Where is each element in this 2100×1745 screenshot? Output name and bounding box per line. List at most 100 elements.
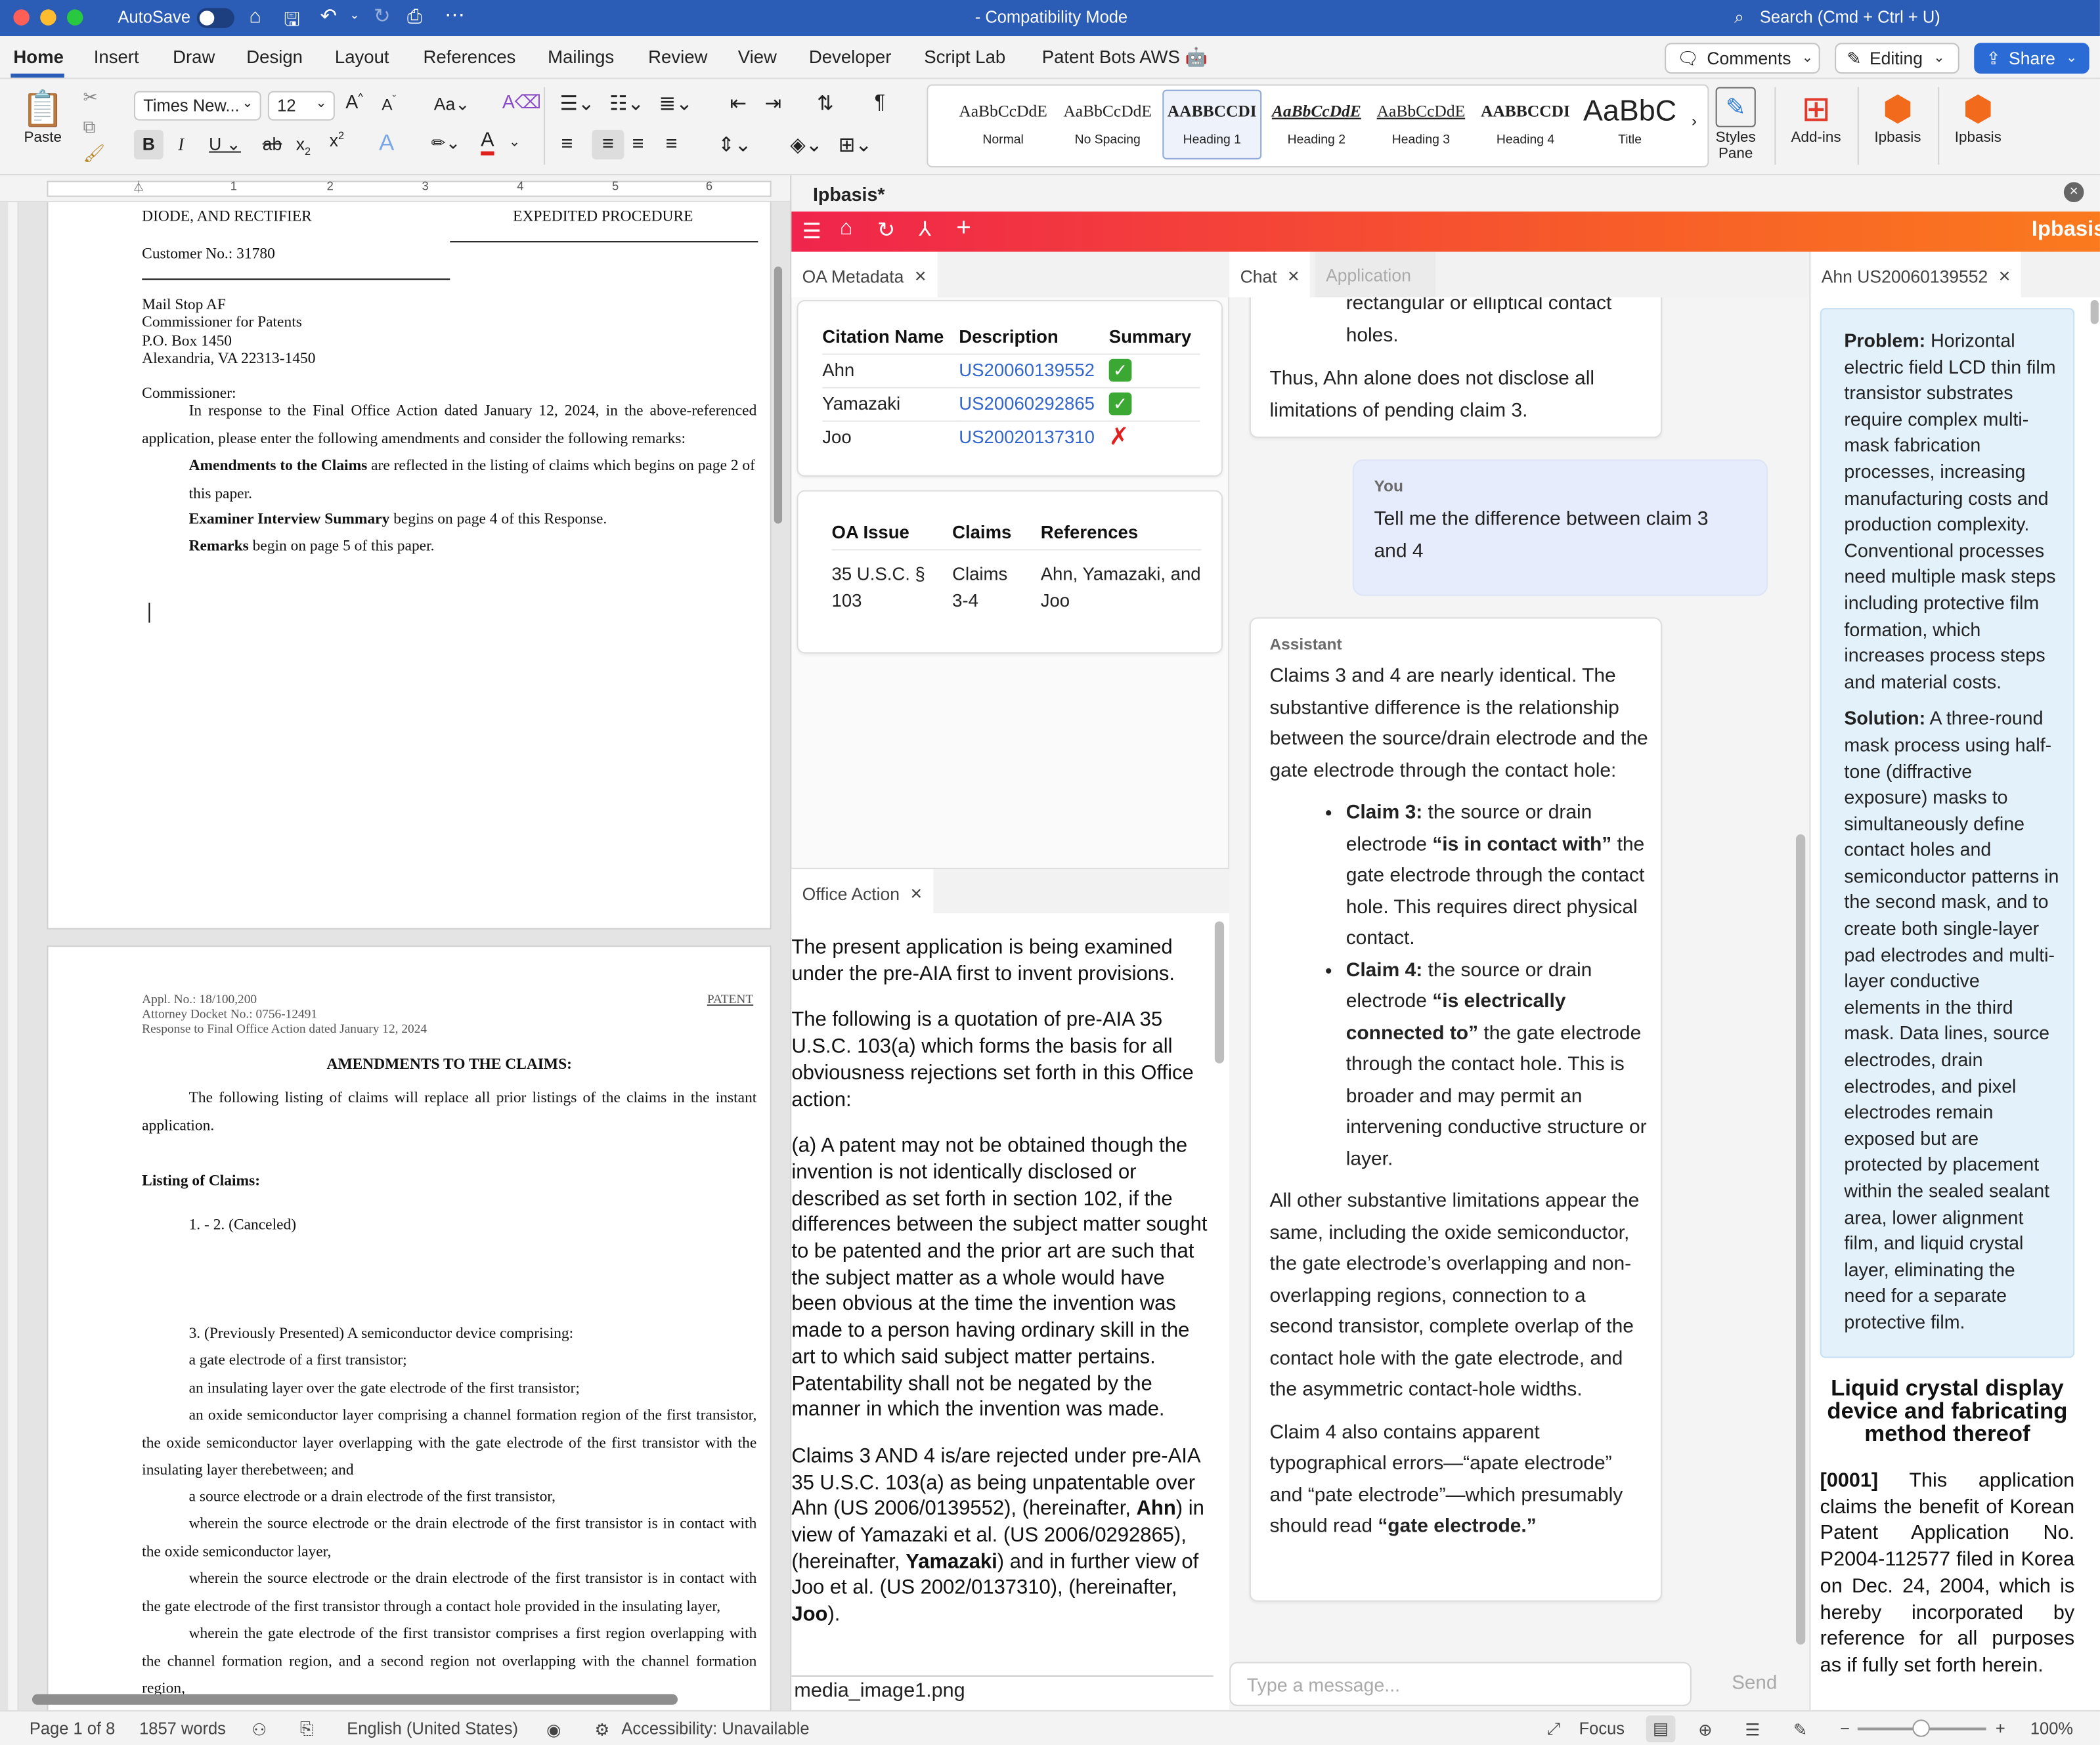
track-changes-icon[interactable]: ⎘ — [300, 1719, 313, 1740]
tab-developer[interactable]: Developer — [809, 47, 892, 67]
maximize-window-button[interactable] — [66, 9, 83, 26]
home-icon[interactable]: ⌂ — [249, 5, 261, 28]
send-button[interactable]: Send — [1705, 1662, 1804, 1706]
tab-insert[interactable]: Insert — [94, 47, 139, 67]
autosave-toggle[interactable] — [196, 8, 234, 28]
close-pane-icon[interactable]: × — [2063, 182, 2084, 203]
menu-icon[interactable]: ☰ — [802, 219, 821, 246]
align-left-icon[interactable]: ≡ — [561, 133, 573, 156]
word-count[interactable]: 1857 words — [139, 1719, 226, 1738]
print-layout-icon[interactable]: ▤ — [1646, 1715, 1676, 1742]
undo-dropdown-icon[interactable]: ⌄ — [349, 8, 359, 22]
style-normal[interactable]: AaBbCcDdE Normal — [953, 90, 1053, 160]
redo-icon[interactable]: ↻ — [374, 4, 391, 28]
message-input[interactable]: Type a message... — [1229, 1662, 1692, 1706]
office-action-scrollbar[interactable] — [1214, 921, 1225, 1064]
page-2[interactable]: Appl. No.: 18/100,200 Attorney Docket No… — [47, 945, 772, 1710]
web-layout-icon[interactable]: ⊕ — [1698, 1719, 1712, 1740]
font-family-select[interactable]: Times New... ⌄ — [133, 91, 261, 121]
undo-icon[interactable]: ↶ — [320, 4, 337, 28]
style-title[interactable]: AaBbC Title — [1581, 90, 1680, 160]
shrink-font-icon[interactable]: Aˇ — [382, 94, 396, 114]
tab-script-lab[interactable]: Script Lab — [924, 47, 1005, 67]
style-heading-3[interactable]: AaBbCcDdE Heading 3 — [1371, 90, 1470, 160]
document-vertical-scrollbar[interactable] — [774, 266, 783, 524]
fork-icon[interactable]: ⅄ — [919, 217, 931, 242]
close-icon[interactable]: × — [915, 265, 927, 288]
tab-review[interactable]: Review — [648, 47, 707, 67]
tab-application[interactable]: Application — [1315, 251, 1436, 297]
outline-icon[interactable]: ☰ — [1745, 1719, 1760, 1740]
tab-ahn-reference[interactable]: Ahn US20060139552 × — [1810, 251, 2021, 297]
ipbasis-button-1[interactable]: ⬢ Ipbasis — [1867, 87, 1929, 146]
record-icon[interactable]: ◉ — [546, 1719, 561, 1740]
chevron-down-icon[interactable]: ⌄ — [509, 135, 520, 150]
tab-patent-bots[interactable]: Patent Bots AWS 🤖 — [1042, 47, 1208, 68]
justify-icon[interactable]: ≡ — [666, 133, 678, 156]
highlight-icon[interactable]: ✏⌄ — [431, 133, 460, 154]
zoom-out-icon[interactable]: − — [1840, 1719, 1850, 1738]
text-effects-icon[interactable]: A — [379, 130, 394, 157]
zoom-slider-thumb[interactable] — [1912, 1719, 1930, 1737]
zoom-in-icon[interactable]: + — [1996, 1719, 2005, 1738]
tab-chat[interactable]: Chat × — [1229, 251, 1311, 297]
horizontal-ruler[interactable]: 1 2 3 4 5 6 ⏃ — [0, 175, 791, 203]
document-horizontal-scrollbar[interactable] — [32, 1694, 678, 1705]
copy-icon[interactable]: ⧉ — [83, 116, 95, 138]
decrease-indent-icon[interactable]: ⇤ — [730, 91, 747, 116]
chat-scroll-area[interactable]: rectangular or elliptical contact holes.… — [1229, 297, 1809, 1650]
tab-layout[interactable]: Layout — [335, 47, 389, 67]
change-case-icon[interactable]: Aa⌄ — [434, 94, 470, 116]
add-icon[interactable]: + — [956, 214, 971, 244]
close-icon[interactable]: × — [910, 882, 922, 905]
citation-link[interactable]: US20060139552 — [959, 354, 1108, 387]
refresh-icon[interactable]: ↻ — [877, 217, 895, 244]
chat-scrollbar[interactable] — [1795, 834, 1806, 1645]
numbering-icon[interactable]: ☷⌄ — [609, 91, 644, 116]
home-icon[interactable]: ⌂ — [840, 217, 853, 241]
superscript-button[interactable]: x2 — [330, 130, 344, 150]
search-box[interactable]: Search (Cmd + Ctrl + U) — [1760, 8, 1940, 27]
zoom-level[interactable]: 100% — [2030, 1719, 2073, 1738]
reference-scrollbar[interactable] — [2090, 299, 2099, 324]
cut-icon[interactable]: ✂ — [83, 87, 97, 109]
close-window-button[interactable] — [13, 9, 30, 26]
print-icon[interactable]: ⎙ — [407, 5, 422, 28]
paragraph-mark-icon[interactable]: ¶ — [875, 91, 885, 114]
tab-references[interactable]: References — [423, 47, 515, 67]
chevron-right-icon[interactable]: › — [1692, 111, 1697, 130]
tab-mailings[interactable]: Mailings — [548, 47, 614, 67]
save-icon[interactable]: 🖫 — [284, 5, 299, 37]
style-heading-4[interactable]: AABBCCDI Heading 4 — [1476, 90, 1575, 160]
bold-button[interactable]: B — [133, 129, 164, 160]
align-center-icon[interactable]: ≡ — [592, 129, 624, 160]
tab-draw[interactable]: Draw — [173, 47, 215, 67]
tab-view[interactable]: View — [738, 47, 777, 67]
grow-font-icon[interactable]: A^ — [345, 91, 363, 113]
share-button[interactable]: ⇪ Share ⌄ — [1974, 43, 2089, 74]
comments-button[interactable]: 🗨 Comments ⌄ — [1665, 43, 1820, 74]
sort-icon[interactable]: ⇅ — [817, 91, 834, 116]
focus-icon[interactable]: ⤢ — [1547, 1719, 1560, 1740]
style-heading-1[interactable]: AABBCCDI Heading 1 — [1162, 89, 1262, 160]
bullets-icon[interactable]: ☰⌄ — [560, 91, 595, 116]
paste-button[interactable]: 📋 Paste — [16, 87, 70, 146]
font-size-select[interactable]: 12 ⌄ — [267, 91, 335, 121]
style-heading-2[interactable]: AaBbCcDdE Heading 2 — [1267, 90, 1366, 160]
align-right-icon[interactable]: ≡ — [632, 133, 644, 156]
tab-oa-metadata[interactable]: OA Metadata × — [791, 251, 937, 297]
accessibility-label[interactable]: Accessibility: Unavailable — [621, 1719, 809, 1738]
close-icon[interactable]: × — [1999, 265, 2011, 288]
indent-marker-icon[interactable]: ⏃ — [133, 178, 144, 196]
ipbasis-button-2[interactable]: ⬢ Ipbasis — [1947, 87, 2009, 146]
clear-formatting-icon[interactable]: A⌫ — [502, 91, 541, 114]
line-spacing-icon[interactable]: ⇕⌄ — [718, 133, 751, 157]
increase-indent-icon[interactable]: ⇥ — [765, 91, 782, 116]
multilevel-list-icon[interactable]: ≣⌄ — [659, 91, 692, 116]
page-count[interactable]: Page 1 of 8 — [30, 1719, 115, 1738]
editing-mode-button[interactable]: ✎ Editing ⌄ — [1835, 43, 1959, 74]
tab-home[interactable]: Home — [13, 47, 64, 67]
underline-button[interactable]: U ⌄ — [209, 134, 241, 156]
page-1[interactable]: DIODE, AND RECTIFIER EXPEDITED PROCEDURE… — [47, 202, 772, 930]
focus-label[interactable]: Focus — [1579, 1719, 1625, 1738]
